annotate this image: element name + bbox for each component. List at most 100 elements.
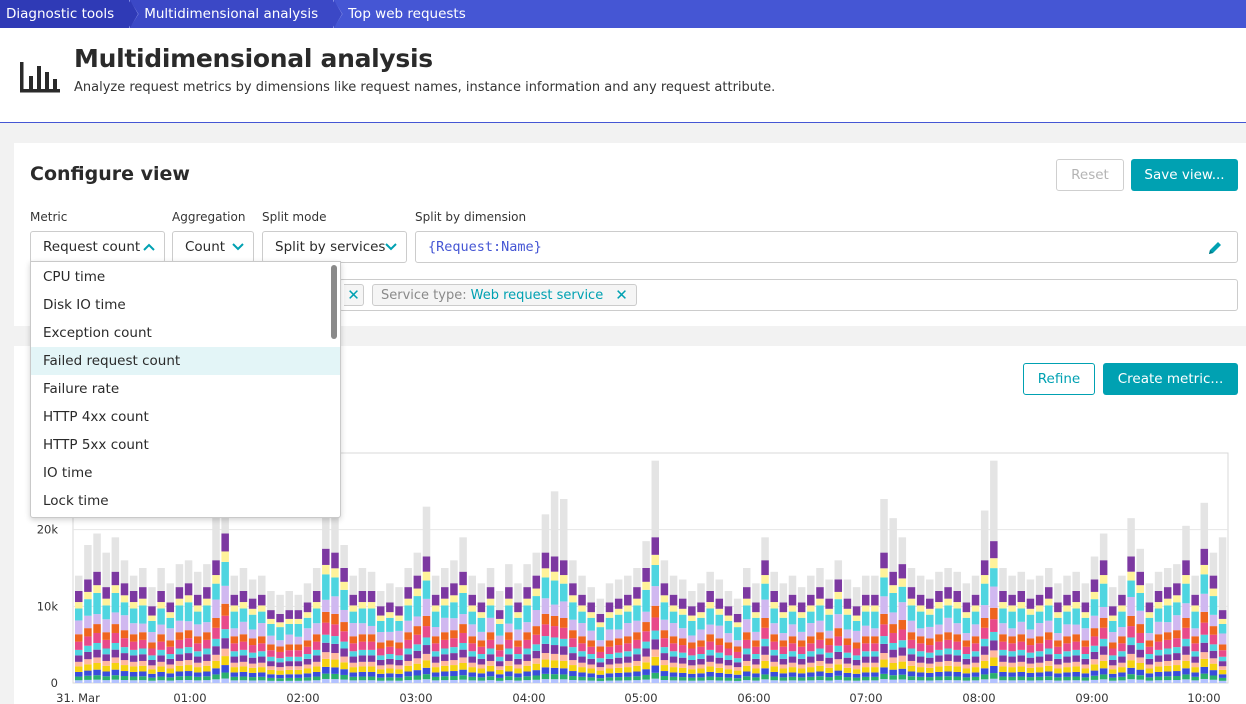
bar[interactable] bbox=[1017, 571, 1026, 683]
bar[interactable] bbox=[450, 560, 458, 683]
bar[interactable] bbox=[248, 579, 257, 684]
bar[interactable] bbox=[816, 568, 824, 683]
metric-option[interactable]: IO time bbox=[31, 459, 340, 487]
bar[interactable] bbox=[349, 575, 358, 683]
bar[interactable] bbox=[660, 560, 669, 683]
bar[interactable] bbox=[898, 537, 907, 683]
bar[interactable] bbox=[688, 591, 696, 683]
bar[interactable] bbox=[184, 560, 193, 683]
bar[interactable] bbox=[624, 575, 632, 683]
bar[interactable] bbox=[926, 579, 934, 684]
bar[interactable] bbox=[285, 591, 293, 683]
bar[interactable] bbox=[340, 545, 348, 683]
metric-option[interactable]: HTTP 4xx count bbox=[31, 403, 340, 431]
bar[interactable] bbox=[907, 568, 916, 683]
bar[interactable] bbox=[971, 575, 980, 683]
bar[interactable] bbox=[706, 571, 714, 683]
bar[interactable] bbox=[1154, 571, 1163, 683]
bar[interactable] bbox=[1191, 575, 1199, 683]
bar[interactable] bbox=[1044, 568, 1053, 683]
bar[interactable] bbox=[550, 491, 559, 683]
bar[interactable] bbox=[697, 583, 705, 683]
bar[interactable] bbox=[578, 575, 586, 683]
bar[interactable] bbox=[880, 499, 888, 683]
bar[interactable] bbox=[569, 560, 577, 683]
bar[interactable] bbox=[413, 552, 422, 683]
bar[interactable] bbox=[605, 583, 614, 683]
bar[interactable] bbox=[651, 460, 660, 683]
bar[interactable] bbox=[541, 514, 550, 683]
bar[interactable] bbox=[1090, 556, 1099, 684]
bar[interactable] bbox=[486, 568, 495, 683]
bar[interactable] bbox=[633, 568, 641, 683]
bar[interactable] bbox=[376, 591, 385, 683]
bar[interactable] bbox=[761, 537, 769, 683]
bar[interactable] bbox=[797, 587, 806, 683]
bar[interactable] bbox=[1109, 587, 1117, 683]
bar[interactable] bbox=[303, 583, 312, 683]
bar[interactable] bbox=[587, 587, 595, 683]
bar[interactable] bbox=[239, 568, 248, 683]
bar[interactable] bbox=[514, 583, 522, 683]
bar[interactable] bbox=[889, 518, 897, 683]
bar[interactable] bbox=[990, 460, 998, 683]
bar[interactable] bbox=[916, 575, 925, 683]
bar[interactable] bbox=[715, 579, 724, 684]
bar[interactable] bbox=[559, 499, 568, 683]
bar[interactable] bbox=[441, 568, 449, 683]
bar[interactable] bbox=[1163, 568, 1172, 683]
bar[interactable] bbox=[422, 506, 431, 683]
bar[interactable] bbox=[770, 571, 778, 683]
bar[interactable] bbox=[852, 587, 861, 683]
bar[interactable] bbox=[166, 583, 175, 683]
bar[interactable] bbox=[93, 533, 101, 684]
bar[interactable] bbox=[843, 579, 852, 684]
bar[interactable] bbox=[807, 575, 815, 683]
bar[interactable] bbox=[148, 587, 156, 683]
bar[interactable] bbox=[495, 591, 504, 683]
bar[interactable] bbox=[175, 564, 184, 683]
bar[interactable] bbox=[505, 564, 513, 683]
bar[interactable] bbox=[1035, 575, 1044, 683]
bar[interactable] bbox=[267, 591, 275, 683]
bar[interactable] bbox=[642, 541, 650, 683]
bar[interactable] bbox=[367, 571, 376, 683]
bar[interactable] bbox=[733, 598, 742, 683]
bar[interactable] bbox=[322, 502, 330, 683]
bar[interactable] bbox=[358, 568, 367, 683]
bar[interactable] bbox=[1136, 548, 1144, 683]
bar[interactable] bbox=[404, 568, 412, 683]
bar[interactable] bbox=[1118, 575, 1126, 683]
bar[interactable] bbox=[523, 564, 531, 683]
bar[interactable] bbox=[459, 537, 467, 683]
bar[interactable] bbox=[669, 575, 678, 683]
bar[interactable] bbox=[1063, 575, 1071, 683]
metric-option[interactable]: Lock time bbox=[31, 487, 340, 515]
bar[interactable] bbox=[743, 568, 751, 683]
metric-option[interactable]: Failure rate bbox=[31, 375, 340, 403]
bar[interactable] bbox=[1200, 502, 1209, 683]
bar[interactable] bbox=[935, 571, 943, 683]
bar[interactable] bbox=[980, 510, 989, 684]
bar[interactable] bbox=[825, 579, 833, 684]
bar[interactable] bbox=[111, 537, 120, 683]
bar[interactable] bbox=[1026, 579, 1035, 684]
bar[interactable] bbox=[1209, 552, 1218, 683]
bar[interactable] bbox=[395, 587, 403, 683]
bar[interactable] bbox=[834, 560, 843, 683]
bar[interactable] bbox=[1081, 583, 1090, 683]
bar[interactable] bbox=[1008, 575, 1016, 683]
bar[interactable] bbox=[1054, 583, 1062, 683]
bar[interactable] bbox=[1127, 518, 1135, 683]
metric-option[interactable]: Exception count bbox=[31, 319, 340, 347]
bar[interactable] bbox=[861, 575, 870, 683]
bar[interactable] bbox=[999, 568, 1007, 683]
bar[interactable] bbox=[386, 583, 394, 683]
metric-option[interactable]: HTTP 5xx count bbox=[31, 431, 340, 459]
bar[interactable] bbox=[614, 579, 623, 684]
bar[interactable] bbox=[157, 568, 165, 683]
bar[interactable] bbox=[258, 575, 266, 683]
bar[interactable] bbox=[331, 499, 339, 683]
bar[interactable] bbox=[1099, 533, 1108, 684]
bar[interactable] bbox=[102, 552, 110, 683]
